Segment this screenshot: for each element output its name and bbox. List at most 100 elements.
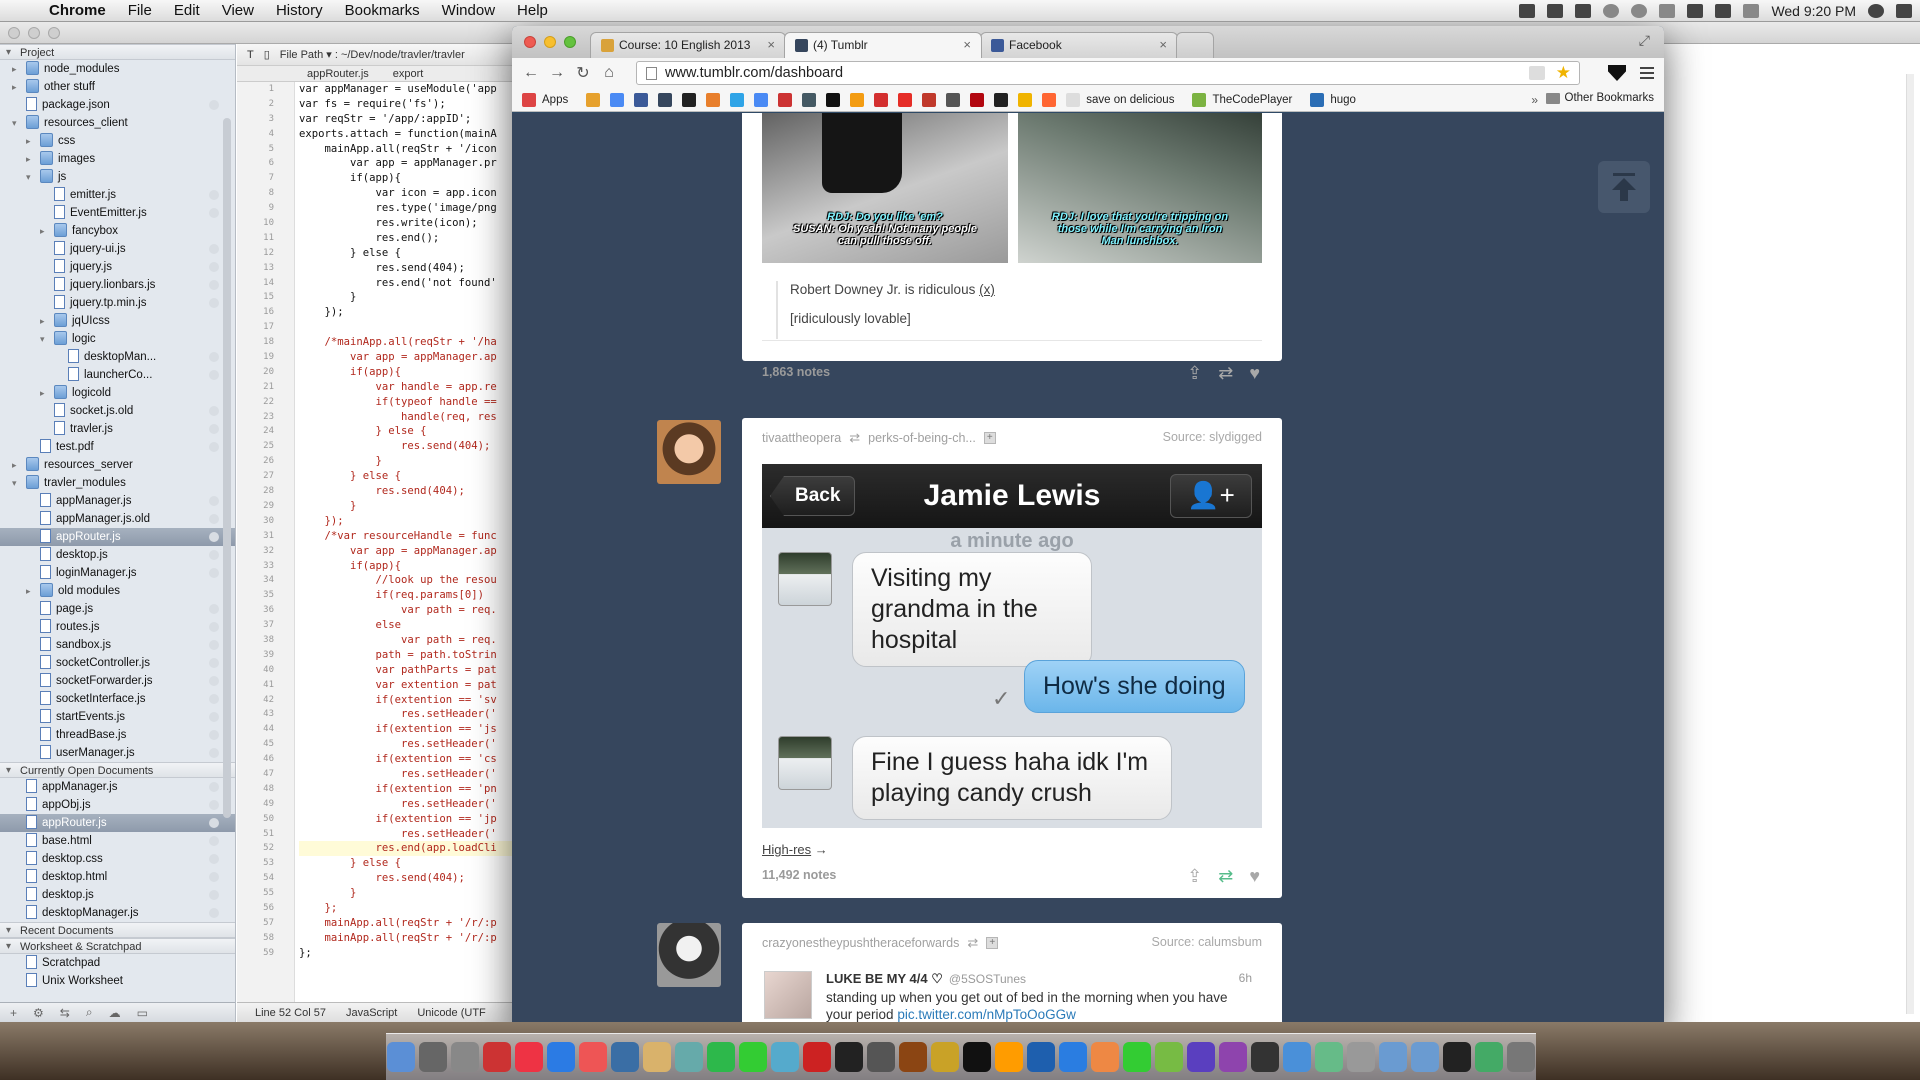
code-line[interactable]: /*var resourceHandle = func xyxy=(299,529,537,544)
bookmarks-overflow-button[interactable]: » xyxy=(1531,93,1538,107)
bookmark-item[interactable] xyxy=(706,92,726,107)
address-bar[interactable]: www.tumblr.com/dashboard ★ xyxy=(636,61,1580,85)
reload-icon[interactable]: ↻ xyxy=(570,63,596,83)
tree-file[interactable]: test.pdf xyxy=(0,438,235,456)
menu-edit[interactable]: Edit xyxy=(163,2,211,19)
code-line[interactable]: var icon = app.icon xyxy=(299,186,537,201)
dock-app-icon[interactable] xyxy=(1155,1042,1183,1072)
menubar-clock[interactable]: Wed 9:20 PM xyxy=(1771,3,1856,19)
close-document-icon[interactable] xyxy=(209,694,219,704)
recent-docs-header[interactable]: Recent Documents xyxy=(0,922,235,939)
bookmark-item[interactable] xyxy=(658,92,678,107)
tree-file[interactable]: travler.js xyxy=(0,420,235,438)
code-line[interactable]: if(app){ xyxy=(299,559,537,574)
close-document-icon[interactable] xyxy=(209,244,219,254)
dock-app-icon[interactable] xyxy=(1187,1042,1215,1072)
close-document-icon[interactable] xyxy=(209,352,219,362)
dock-app-icon[interactable] xyxy=(1283,1042,1311,1072)
tree-file[interactable]: socketController.js xyxy=(0,654,235,672)
text-tool-icon[interactable]: T xyxy=(247,49,254,61)
dock-app-icon[interactable] xyxy=(611,1042,639,1072)
text-message-screenshot[interactable]: Jamie Lewis Back 👤+ a minute ago Visitin… xyxy=(762,464,1262,828)
dock-app-icon[interactable] xyxy=(1411,1042,1439,1072)
high-res-link[interactable]: High-res → xyxy=(762,842,828,857)
tree-file[interactable]: startEvents.js xyxy=(0,708,235,726)
close-document-icon[interactable] xyxy=(209,100,219,110)
worksheet-header[interactable]: Worksheet & Scratchpad xyxy=(0,938,235,955)
tree-file[interactable]: userManager.js xyxy=(0,744,235,762)
dock-app-icon[interactable] xyxy=(963,1042,991,1072)
close-document-icon[interactable] xyxy=(209,622,219,632)
tree-folder[interactable]: ▸ css xyxy=(0,132,235,150)
dock-app-icon[interactable] xyxy=(643,1042,671,1072)
disclosure-closed-icon[interactable]: ▸ xyxy=(12,78,17,96)
back-arrow-icon[interactable]: ← xyxy=(518,64,544,82)
tree-folder[interactable]: ▸ old modules xyxy=(0,582,235,600)
ide-zoom-button[interactable] xyxy=(48,26,60,39)
status-bluetooth-icon[interactable] xyxy=(1659,4,1676,18)
disclosure-closed-icon[interactable]: ▸ xyxy=(12,60,17,78)
menu-file[interactable]: File xyxy=(117,2,163,19)
tree-file[interactable]: socketForwarder.js xyxy=(0,672,235,690)
new-tab-button[interactable] xyxy=(1176,32,1214,58)
tree-file[interactable]: jquery-ui.js xyxy=(0,240,235,258)
tree-folder[interactable]: ▾ resources_client xyxy=(0,114,235,132)
dock-app-icon[interactable] xyxy=(1347,1042,1375,1072)
code-line[interactable]: mainApp.all(reqStr + '/icon xyxy=(299,142,537,157)
close-document-icon[interactable] xyxy=(209,640,219,650)
close-document-icon[interactable] xyxy=(209,442,219,452)
code-line[interactable]: res.write(icon); xyxy=(299,216,537,231)
tab-close-icon[interactable]: × xyxy=(767,37,775,52)
code-line[interactable]: var handle = app.re xyxy=(299,380,537,395)
close-document-icon[interactable] xyxy=(209,658,219,668)
close-document-icon[interactable] xyxy=(209,370,219,380)
disclosure-closed-icon[interactable]: ▸ xyxy=(26,132,31,150)
code-line[interactable]: res.type('image/png xyxy=(299,201,537,216)
code-line[interactable]: if(extention == 'cs xyxy=(299,752,537,767)
dock-app-icon[interactable] xyxy=(1027,1042,1055,1072)
tree-file[interactable]: routes.js xyxy=(0,618,235,636)
dock-app-icon[interactable] xyxy=(995,1042,1023,1072)
code-line[interactable]: res.send(404); xyxy=(299,871,537,886)
code-line[interactable]: if(req.params[0]) xyxy=(299,588,537,603)
dock-app-icon[interactable] xyxy=(1507,1042,1535,1072)
cloud-icon[interactable]: ☁ xyxy=(109,1006,121,1020)
ws-file[interactable]: Scratchpad xyxy=(0,954,235,972)
post-source[interactable]: Source: calumsbum xyxy=(1152,935,1262,949)
code-line[interactable]: handle(req, res xyxy=(299,410,537,425)
doc-file[interactable]: desktop.js xyxy=(0,886,235,904)
gif-image[interactable]: RDJ: Do you like 'em? SUSAN: Oh yeah! No… xyxy=(762,113,1008,263)
code-line[interactable]: if(extention == 'jp xyxy=(299,812,537,827)
close-document-icon[interactable] xyxy=(209,298,219,308)
scroll-to-top-button[interactable] xyxy=(1598,161,1650,213)
code-line[interactable]: res.end('not found' xyxy=(299,276,537,291)
code-line[interactable]: res.setHeader(' xyxy=(299,707,537,722)
code-line[interactable]: }; xyxy=(299,946,537,961)
blog-avatar[interactable] xyxy=(657,923,721,987)
bookmark-item[interactable] xyxy=(946,92,966,107)
tree-file[interactable]: package.json xyxy=(0,96,235,114)
high-res-label[interactable]: High-res xyxy=(762,842,811,857)
close-document-icon[interactable] xyxy=(209,532,219,542)
follow-plus-icon[interactable]: + xyxy=(983,432,996,444)
tree-folder[interactable]: ▾ logic xyxy=(0,330,235,348)
menu-bookmarks[interactable]: Bookmarks xyxy=(334,2,431,19)
editor-tab-approuter[interactable]: appRouter.js xyxy=(307,68,369,80)
tree-folder[interactable]: ▾ travler_modules xyxy=(0,474,235,492)
doc-file[interactable]: appObj.js xyxy=(0,796,235,814)
fullscreen-icon[interactable]: ⤢ xyxy=(1639,32,1650,49)
code-line[interactable]: } else { xyxy=(299,424,537,439)
dock-app-icon[interactable] xyxy=(1443,1042,1471,1072)
doc-file[interactable]: desktop.html xyxy=(0,868,235,886)
chrome-menu-icon[interactable] xyxy=(1640,67,1654,79)
tree-file[interactable]: desktop.js xyxy=(0,546,235,564)
close-document-icon[interactable] xyxy=(209,836,219,846)
bookmark-item[interactable] xyxy=(634,92,654,107)
dock-app-icon[interactable] xyxy=(1219,1042,1247,1072)
code-line[interactable]: var app = appManager.ap xyxy=(299,544,537,559)
status-volume-icon[interactable] xyxy=(1715,4,1732,18)
code-line[interactable]: path = path.toStrin xyxy=(299,648,537,663)
code-line[interactable]: if(app){ xyxy=(299,365,537,380)
bookmark-item[interactable] xyxy=(730,92,750,107)
reblogged-from-link[interactable]: perks-of-being-ch... xyxy=(868,431,976,445)
